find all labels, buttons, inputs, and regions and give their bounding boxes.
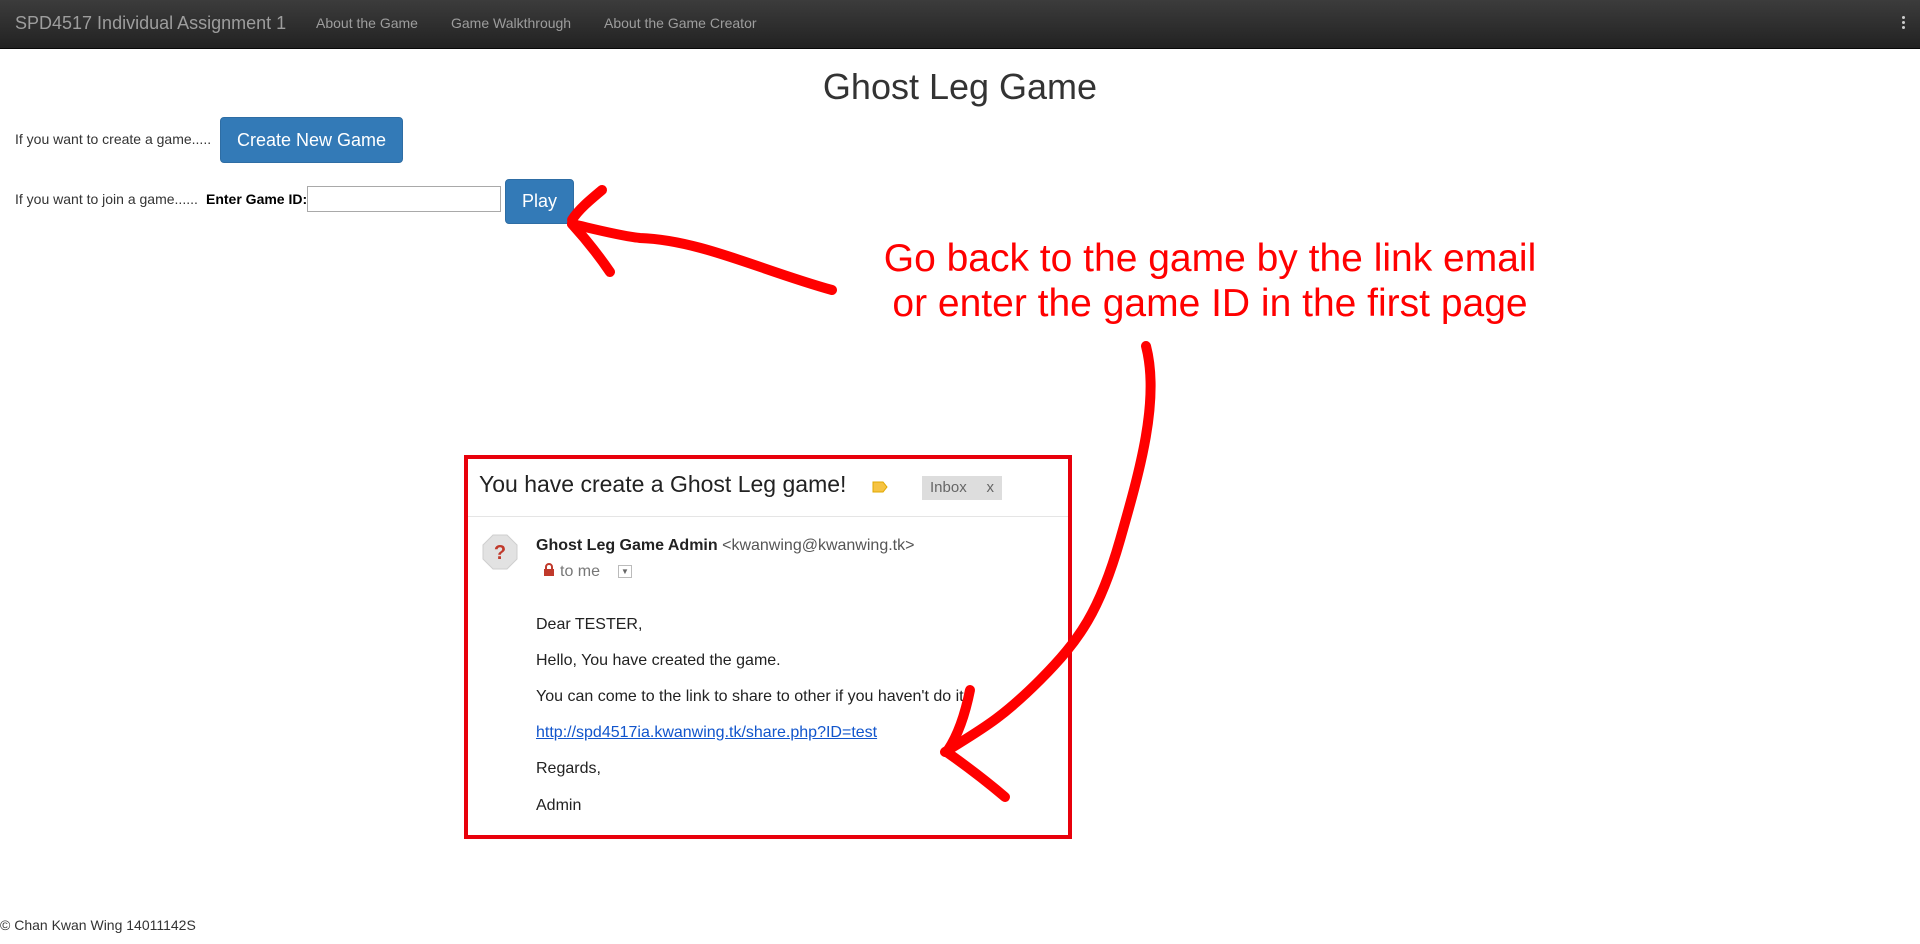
navbar: SPD4517 Individual Assignment 1 About th…: [0, 0, 1920, 49]
join-prompt: If you want to join a game......: [15, 191, 198, 207]
arrow-to-play-button: [567, 219, 837, 295]
game-id-input[interactable]: [307, 186, 501, 212]
kebab-menu-icon[interactable]: [1902, 16, 1906, 30]
recipient-line: to me: [542, 563, 600, 581]
annotation-line-2: or enter the game ID in the first page: [892, 282, 1528, 325]
chevron-down-icon[interactable]: ▼: [618, 565, 632, 578]
inbox-chip-label: Inbox: [930, 479, 967, 496]
footer-copyright: © Chan Kwan Wing 14011142S: [0, 917, 196, 933]
email-share-link-row: http://spd4517ia.kwanwing.tk/share.php?I…: [536, 724, 877, 742]
lock-icon: [544, 563, 554, 576]
email-screenshot: You have create a Ghost Leg game! Inbox …: [464, 455, 1072, 839]
sender-name: Ghost Leg Game Admin: [536, 537, 718, 554]
email-line-1: Hello, You have created the game.: [536, 652, 781, 669]
page-title: Ghost Leg Game: [822, 66, 1098, 107]
create-prompt: If you want to create a game.....: [15, 131, 212, 147]
unknown-sender-avatar-icon: ?: [482, 534, 518, 570]
svg-text:?: ?: [494, 542, 506, 564]
email-divider: [468, 516, 1068, 517]
label-tag-icon: [872, 481, 888, 493]
inbox-chip-close-icon: x: [986, 479, 995, 496]
nav-link-walkthrough[interactable]: Game Walkthrough: [451, 0, 571, 48]
email-greeting: Dear TESTER,: [536, 616, 643, 633]
inbox-chip: Inbox x: [922, 476, 1002, 500]
play-button[interactable]: Play: [505, 179, 574, 224]
create-new-game-button[interactable]: Create New Game: [220, 117, 403, 163]
nav-link-about-game[interactable]: About the Game: [316, 0, 418, 48]
sender-email: <kwanwing@kwanwing.tk>: [722, 537, 915, 554]
arrowhead-play-top: [567, 185, 607, 225]
sender-line: Ghost Leg Game Admin <kwanwing@kwanwing.…: [536, 537, 914, 555]
navbar-brand[interactable]: SPD4517 Individual Assignment 1: [15, 0, 286, 48]
email-signature: Admin: [536, 797, 582, 814]
annotation-line-1: Go back to the game by the link email: [883, 237, 1537, 280]
email-subject: You have create a Ghost Leg game!: [479, 471, 847, 497]
email-line-2: You can come to the link to share to oth…: [536, 688, 969, 705]
annotation-text: Go back to the game by the link email or…: [860, 236, 1560, 326]
game-id-label: Enter Game ID:: [206, 191, 308, 207]
recipient-text: to me: [560, 563, 601, 580]
arrowhead-play-bottom: [567, 219, 615, 277]
email-share-link[interactable]: http://spd4517ia.kwanwing.tk/share.php?I…: [536, 724, 877, 741]
nav-link-about-creator[interactable]: About the Game Creator: [604, 0, 757, 48]
email-closing: Regards,: [536, 760, 601, 777]
